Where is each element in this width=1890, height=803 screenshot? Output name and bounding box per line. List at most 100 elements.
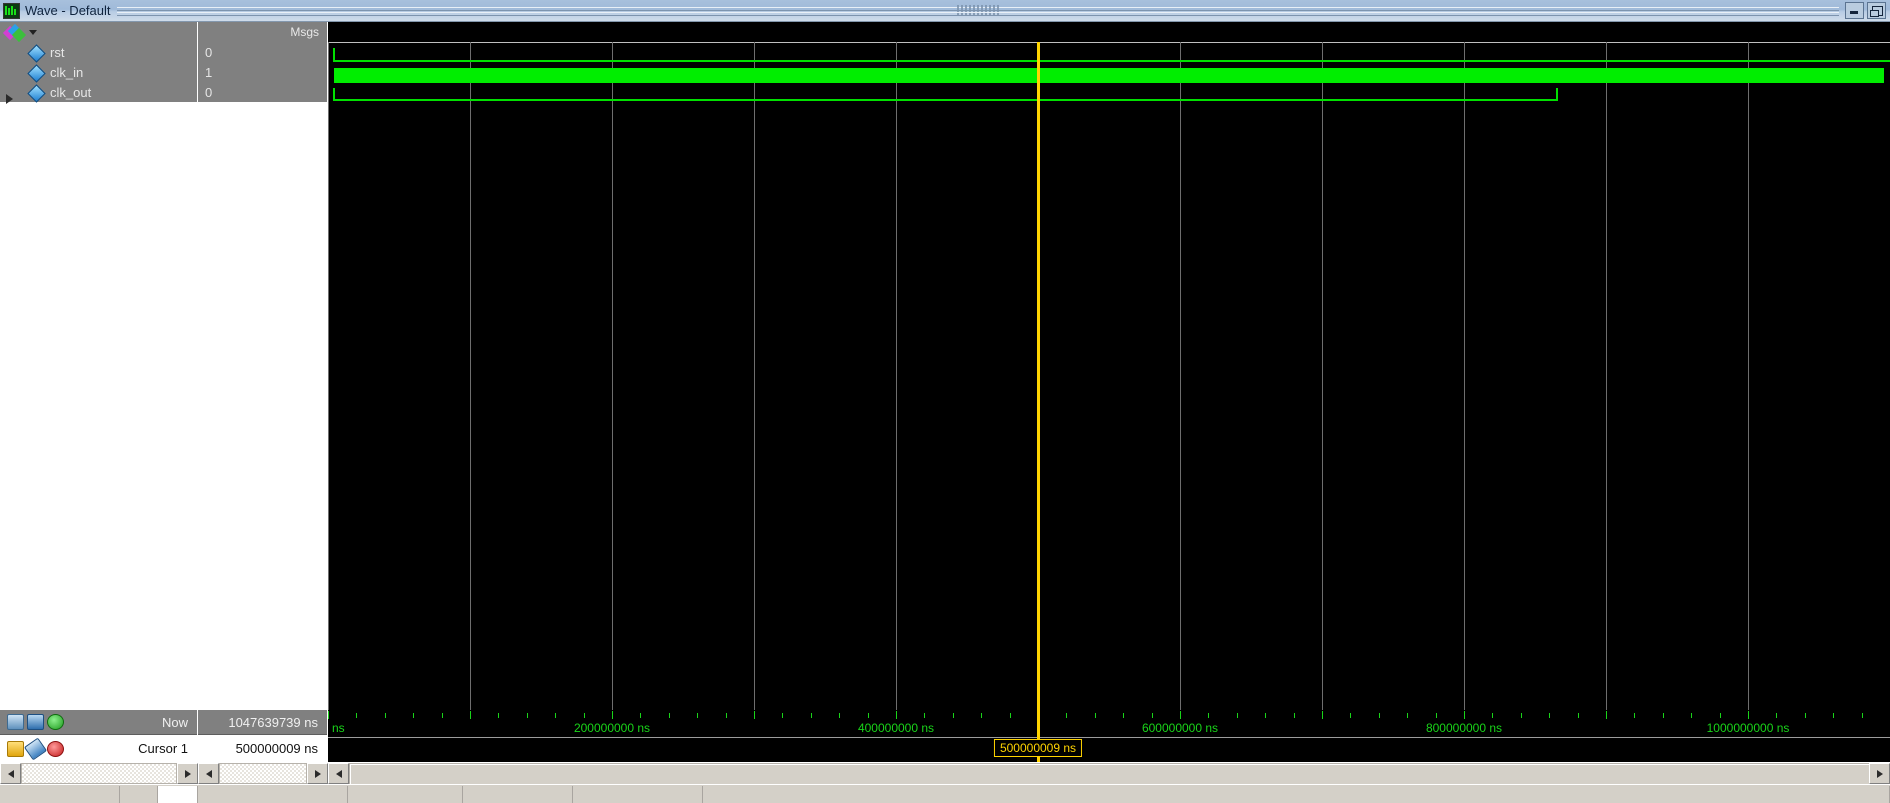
arrow-right-icon[interactable]: [177, 763, 198, 784]
titlebar-drag-handle[interactable]: [956, 5, 999, 15]
ruler-minor-tick: [1350, 713, 1351, 718]
wrench-icon[interactable]: [23, 737, 48, 760]
ruler-minor-tick: [811, 713, 812, 718]
wave-gridline: [1606, 42, 1607, 710]
ruler-tick-label: 600000000 ns: [1141, 721, 1219, 735]
arrow-left-icon[interactable]: [198, 763, 219, 784]
arrow-left-icon[interactable]: [0, 763, 21, 784]
ruler-minor-tick: [1634, 713, 1635, 718]
arrow-right-icon[interactable]: [1869, 763, 1890, 784]
wave-horizontal-scrollbar[interactable]: [328, 762, 1890, 785]
chevron-down-icon[interactable]: [29, 29, 37, 35]
strip-cell-1[interactable]: [0, 785, 120, 803]
cursor-1-time-badge[interactable]: 500000009 ns: [993, 739, 1083, 757]
wave-window-icon: [3, 2, 20, 19]
names-horizontal-scrollbar[interactable]: [0, 762, 198, 784]
ruler-minor-tick: [1663, 713, 1664, 718]
ruler-minor-tick: [1862, 713, 1863, 718]
strip-cell-3[interactable]: [158, 785, 198, 803]
ruler-minor-tick: [782, 713, 783, 718]
ruler-minor-tick: [868, 713, 869, 718]
wave-scroll-track[interactable]: [349, 763, 1870, 785]
column-header-row: Msgs: [0, 22, 1890, 42]
ruler-major-tick: [754, 711, 755, 719]
ruler-major-tick: [896, 711, 897, 719]
signal-name-panel[interactable]: rst clk_in clk_out: [0, 42, 198, 710]
signal-diamond-icon: [27, 84, 46, 103]
signal-row-rst[interactable]: rst: [0, 42, 197, 63]
now-value: 1047639739 ns: [198, 710, 327, 735]
ruler-minor-tick: [1379, 713, 1380, 718]
wave-column-header: [328, 22, 1890, 42]
ruler-tick-label: 400000000 ns: [857, 721, 935, 735]
strip-cell-6[interactable]: [463, 785, 573, 803]
cursor-icon-group: [7, 737, 64, 760]
ruler-minor-tick: [385, 713, 386, 718]
wave-gridline: [1180, 42, 1181, 710]
ruler-major-tick: [1748, 711, 1749, 719]
row-pointer-icon: [6, 94, 13, 104]
signal-row-clk_in[interactable]: clk_in: [0, 62, 197, 83]
ruler-major-tick: [328, 711, 329, 719]
cursor-value[interactable]: 500000009 ns: [198, 735, 327, 762]
cursor-label-row[interactable]: Cursor 1: [0, 735, 197, 762]
lock-icon[interactable]: [7, 740, 24, 757]
ruler-minor-tick: [1407, 713, 1408, 718]
signal-diamond-icon: [27, 64, 46, 83]
minimize-button[interactable]: [1845, 2, 1864, 19]
strip-cell-4[interactable]: [198, 785, 348, 803]
value-column-header[interactable]: Msgs: [198, 22, 328, 42]
window-buttons: [1845, 2, 1886, 19]
ruler-tick-label: ns: [332, 721, 345, 735]
cursor-1-line[interactable]: [1037, 42, 1040, 710]
ruler-minor-tick: [1436, 713, 1437, 718]
ruler-minor-tick: [669, 713, 670, 718]
wave-gridline: [1464, 42, 1465, 710]
footer-label-panel: Now Cursor 1: [0, 710, 198, 762]
ruler-minor-tick: [1010, 713, 1011, 718]
save-icon[interactable]: [7, 714, 24, 730]
strip-cell-2[interactable]: [120, 785, 158, 803]
signal-name-label: rst: [50, 44, 65, 60]
ruler-minor-tick: [413, 713, 414, 718]
ruler-minor-tick: [1265, 713, 1266, 718]
wave-gridline: [1748, 42, 1749, 710]
ruler-minor-tick: [1776, 713, 1777, 718]
arrow-right-icon[interactable]: [307, 763, 328, 784]
signal-row-clk_out[interactable]: clk_out: [0, 82, 197, 103]
restore-button[interactable]: [1867, 2, 1886, 19]
wave-scroll-thumb[interactable]: [350, 764, 1870, 785]
signal-value-clk_out: 0: [205, 84, 213, 100]
ruler-minor-tick: [1833, 713, 1834, 718]
ruler-minor-tick: [584, 713, 585, 718]
strip-cell-7[interactable]: [573, 785, 703, 803]
ruler-minor-tick: [953, 713, 954, 718]
ruler-minor-tick: [839, 713, 840, 718]
ruler-minor-tick: [498, 713, 499, 718]
add-cursor-icon[interactable]: [47, 714, 64, 730]
ruler-minor-tick: [356, 713, 357, 718]
waveform-canvas[interactable]: [328, 42, 1890, 710]
wave-window: Wave - Default Msgs rst clk_in clk_out 0…: [0, 0, 1890, 803]
values-scroll-track[interactable]: [219, 763, 307, 784]
window-icon[interactable]: [27, 714, 44, 730]
strip-cell-5[interactable]: [348, 785, 463, 803]
arrow-left-icon[interactable]: [328, 763, 349, 784]
ruler-minor-tick: [527, 713, 528, 718]
wave-gridline: [328, 42, 329, 710]
name-column-header[interactable]: [0, 22, 198, 42]
wave-gridline: [612, 42, 613, 710]
wave-gridline: [754, 42, 755, 710]
ruler-minor-tick: [1123, 713, 1124, 718]
values-horizontal-scrollbar[interactable]: [198, 762, 328, 784]
ruler-tick-label: 1000000000 ns: [1706, 721, 1790, 735]
signal-value-panel: 0 1 0: [198, 42, 328, 710]
ruler-minor-tick: [1208, 713, 1209, 718]
names-scroll-track[interactable]: [21, 763, 177, 784]
window-titlebar[interactable]: Wave - Default: [0, 0, 1890, 22]
time-ruler[interactable]: ns 200000000 ns 400000000 ns 600000000 ns 80…: [328, 710, 1890, 762]
bottom-status-strip: [0, 784, 1890, 803]
cursor-label: Cursor 1: [138, 741, 188, 756]
signal-value-clk_in: 1: [205, 64, 213, 80]
delete-cursor-icon[interactable]: [47, 740, 64, 757]
